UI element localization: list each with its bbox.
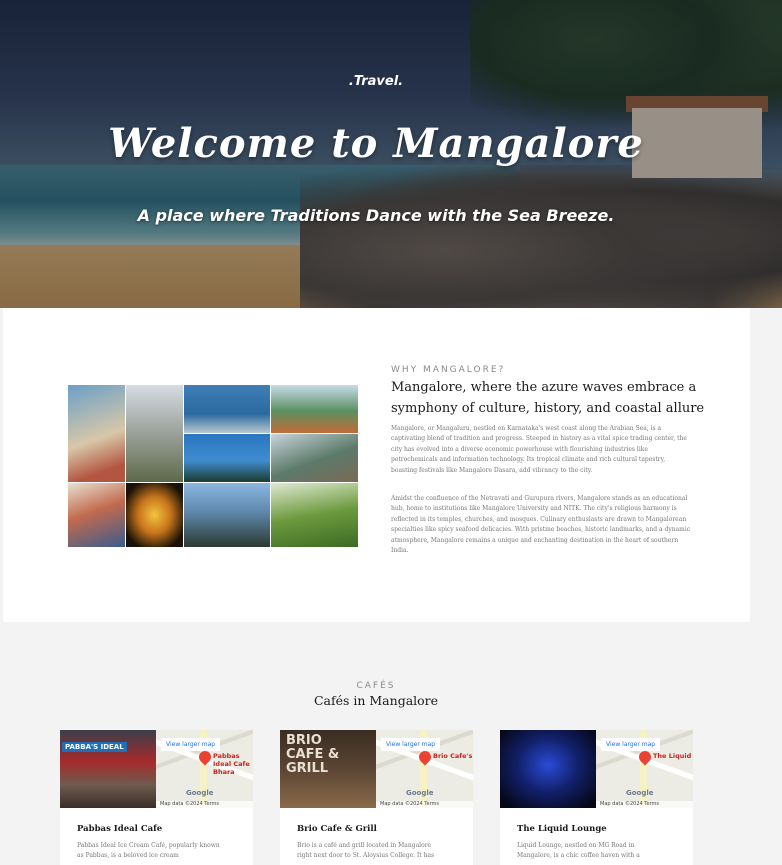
collage-photo-temple-tank — [271, 385, 358, 433]
about-paragraph: Mangalore, or Mangaluru, nestled on Karn… — [391, 425, 687, 474]
cafe-photo: BRIO CAFE & GRILL — [280, 730, 376, 808]
cafe-card: PABBA'S IDEAL View larger map Pabbas Ide… — [60, 730, 253, 865]
collage-photo-lighthouse — [184, 483, 270, 547]
map-pin-icon[interactable] — [636, 748, 654, 766]
collage-photo-fort — [126, 385, 183, 482]
collage-photo-harbour — [184, 385, 270, 433]
view-larger-map-link[interactable]: View larger map — [381, 738, 441, 751]
cafe-description: Pabbas Ideal Ice Cream Café, popularly k… — [77, 842, 220, 860]
cafes-title: Cafés in Mangalore — [313, 693, 439, 708]
about-eyebrow: WHY MANGALORE? — [391, 365, 506, 375]
google-logo: Google — [406, 789, 434, 797]
cafe-name: Brio Cafe & Grill — [297, 824, 377, 834]
map-attribution: Map data ©2024 Terms — [596, 801, 693, 808]
hero-tagline: A place where Traditions Dance with the … — [137, 206, 615, 225]
hero-title: Welcome to Mangalore — [108, 120, 644, 167]
cafe-name: Pabbas Ideal Cafe — [77, 824, 163, 834]
cafe-photo: PABBA'S IDEAL — [60, 730, 156, 808]
cafes-eyebrow: CAFÉS — [356, 681, 396, 691]
map-attribution: Map data ©2024 Terms — [156, 801, 253, 808]
collage-photo-lit-temple — [126, 483, 183, 547]
view-larger-map-link[interactable]: View larger map — [601, 738, 661, 751]
map-pin-label: The Liquid — [653, 752, 692, 760]
collage-photo-coast-aerial — [271, 434, 358, 482]
mangalore-photo-collage — [68, 385, 358, 547]
cafe-card: View larger map The Liquid Google Map da… — [500, 730, 693, 865]
map-pin-label: Pabbas Ideal Cafe Bhara — [213, 752, 250, 776]
cafe-map[interactable]: View larger map Brio Cafe's Google Map d… — [376, 730, 473, 808]
collage-photo-park — [271, 483, 358, 547]
cafe-photo-signage: BRIO CAFE & GRILL — [286, 733, 340, 776]
map-attribution: Map data ©2024 Terms — [376, 801, 473, 808]
cafe-photo — [500, 730, 596, 808]
google-logo: Google — [186, 789, 214, 797]
map-pin-label: Brio Cafe's — [433, 752, 473, 760]
collage-photo-beach-stairs — [68, 385, 125, 482]
hero-banner: .Travel. Welcome to Mangalore A place wh… — [0, 0, 782, 308]
about-heading: Mangalore, where the azure waves embrace… — [391, 380, 705, 416]
collage-photo-festival — [68, 483, 125, 547]
cafe-map[interactable]: View larger map The Liquid Google Map da… — [596, 730, 693, 808]
cafe-card: BRIO CAFE & GRILL View larger map Brio C… — [280, 730, 473, 865]
map-pin-icon[interactable] — [416, 748, 434, 766]
collage-photo-pavilion — [184, 434, 270, 482]
google-logo: Google — [626, 789, 654, 797]
about-paragraph: Amidst the confluence of the Netravati a… — [391, 495, 691, 555]
about-section: WHY MANGALORE? Mangalore, where the azur… — [3, 308, 750, 622]
cafe-photo-signage: PABBA'S IDEAL — [62, 742, 127, 752]
map-pin-icon[interactable] — [196, 748, 214, 766]
cafe-description: Liquid Lounge, nestled on MG Road in Man… — [517, 842, 640, 860]
cafe-name: The Liquid Lounge — [517, 824, 607, 834]
cafe-description: Brio is a café and grill located in Mang… — [297, 842, 435, 860]
brand-logo[interactable]: .Travel. — [0, 74, 752, 89]
cafe-map[interactable]: View larger map Pabbas Ideal Cafe Bhara … — [156, 730, 253, 808]
view-larger-map-link[interactable]: View larger map — [161, 738, 221, 751]
